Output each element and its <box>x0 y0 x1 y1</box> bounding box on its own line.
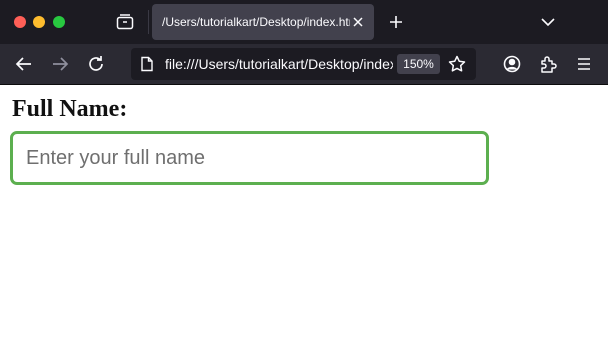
address-bar[interactable]: file:///Users/tutorialkart/Desktop/index… <box>131 48 476 80</box>
minimize-window-button[interactable] <box>33 16 45 28</box>
full-name-input[interactable] <box>10 131 489 185</box>
plus-icon[interactable] <box>386 12 406 32</box>
page-icon <box>139 56 155 72</box>
browser-titlebar: /Users/tutorialkart/Desktop/index.html <box>0 0 608 44</box>
tab-active[interactable]: /Users/tutorialkart/Desktop/index.html <box>152 4 374 40</box>
url-text[interactable]: file:///Users/tutorialkart/Desktop/index… <box>165 56 393 74</box>
back-arrow-icon[interactable] <box>13 53 35 75</box>
tab-separator <box>148 10 149 34</box>
maximize-window-button[interactable] <box>53 16 65 28</box>
page-content: Full Name: <box>0 85 608 356</box>
navigation-toolbar: file:///Users/tutorialkart/Desktop/index… <box>0 44 608 85</box>
account-icon[interactable] <box>501 53 523 75</box>
tab-title: /Users/tutorialkart/Desktop/index.html <box>162 15 350 29</box>
full-name-label: Full Name: <box>12 96 128 122</box>
extensions-icon[interactable] <box>537 53 559 75</box>
chevron-down-icon[interactable] <box>538 13 558 31</box>
forward-arrow-icon[interactable] <box>49 53 71 75</box>
tab-manager-icon[interactable] <box>112 10 138 34</box>
zoom-level-badge[interactable]: 150% <box>397 54 440 74</box>
close-icon[interactable] <box>351 15 365 29</box>
star-icon[interactable] <box>447 54 467 74</box>
menu-icon[interactable] <box>573 53 595 75</box>
close-window-button[interactable] <box>14 16 26 28</box>
reload-icon[interactable] <box>85 53 107 75</box>
